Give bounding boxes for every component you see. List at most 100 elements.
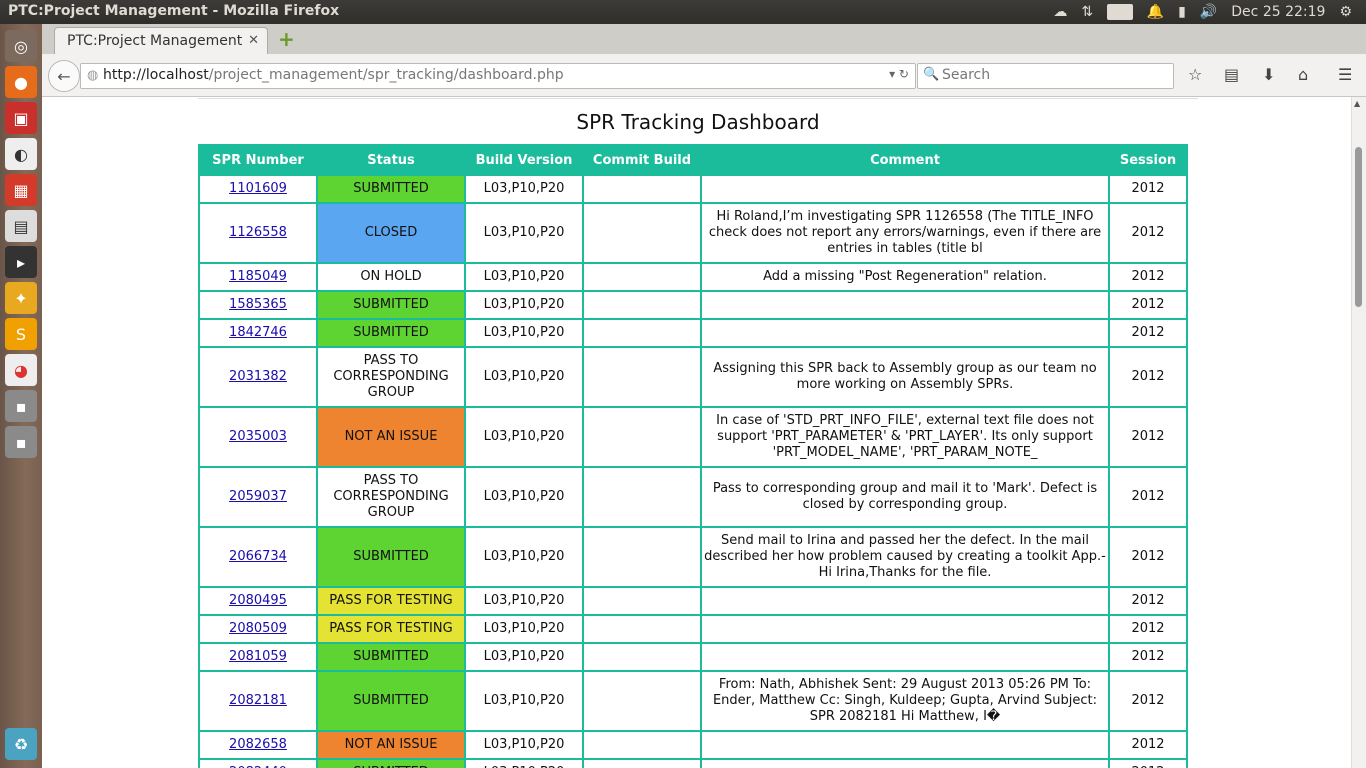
dash-icon[interactable]: ◎: [5, 30, 37, 62]
spr-number-link[interactable]: 1185049: [229, 269, 287, 284]
status-cell: PASS TO CORRESPONDING GROUP: [316, 466, 466, 528]
status-cell: PASS FOR TESTING: [316, 614, 466, 644]
launcher: ◎ ● ▣ ◐ ▦ ▤ ▸ ✦ S ◕ ▪ ▪ ♻: [0, 24, 42, 768]
spr-number-link[interactable]: 2066734: [229, 549, 287, 564]
cloud-icon[interactable]: ☁: [1053, 4, 1067, 20]
chart-app-icon[interactable]: ◕: [5, 354, 37, 386]
table-row: 2081059 SUBMITTED L03,P10,P20 2012: [198, 642, 1188, 672]
spr-number-link[interactable]: 2082181: [229, 693, 287, 708]
spr-number-link[interactable]: 1101609: [229, 181, 287, 196]
build-version-cell: L03,P10,P20: [464, 758, 584, 768]
spr-number-cell: 2059037: [198, 466, 318, 528]
firefox-icon[interactable]: ●: [5, 66, 37, 98]
app-icon[interactable]: ✦: [5, 282, 37, 314]
comment-cell: [700, 586, 1110, 616]
column-comment[interactable]: Comment: [700, 144, 1110, 176]
bookmark-star-icon[interactable]: ☆: [1188, 65, 1202, 84]
spr-number-link[interactable]: 2080509: [229, 621, 287, 636]
home-icon[interactable]: ⌂: [1298, 65, 1308, 84]
column-status[interactable]: Status: [316, 144, 466, 176]
spr-number-link[interactable]: 2080495: [229, 593, 287, 608]
session-cell: 2012: [1108, 346, 1188, 408]
spr-number-link[interactable]: 2082658: [229, 737, 287, 752]
close-icon[interactable]: ✕: [248, 33, 259, 48]
gear-icon[interactable]: ⚙: [1339, 4, 1352, 20]
build-version-cell: L03,P10,P20: [464, 406, 584, 468]
comment-cell: In case of 'STD_PRT_INFO_FILE', external…: [700, 406, 1110, 468]
volume-icon[interactable]: 🔊: [1200, 4, 1217, 20]
spr-number-link[interactable]: 1842746: [229, 325, 287, 340]
document-viewer-icon[interactable]: ▤: [5, 210, 37, 242]
table-row: 2035003 NOT AN ISSUE L03,P10,P20 In case of…: [198, 406, 1188, 468]
software-center-icon[interactable]: ▣: [5, 102, 37, 134]
table-row: 2080509 PASS FOR TESTING L03,P10,P20 2012: [198, 614, 1188, 644]
status-cell: PASS FOR TESTING: [316, 586, 466, 616]
spr-number-cell: 2031382: [198, 346, 318, 408]
spr-number-link[interactable]: 1126558: [229, 225, 287, 240]
table-row: 2066734 SUBMITTED L03,P10,P20 Send mail to …: [198, 526, 1188, 588]
arrow-left-icon: ←: [57, 66, 71, 86]
terminal-icon[interactable]: ▸: [5, 246, 37, 278]
commit-build-cell: [582, 406, 702, 468]
comment-cell: Hi Roland,I’m investigating SPR 1126558 …: [700, 202, 1110, 264]
back-button[interactable]: ←: [48, 60, 80, 92]
clock[interactable]: Dec 25 22:19: [1231, 4, 1325, 20]
url-text[interactable]: http://localhost/project_management/spr_…: [103, 67, 564, 83]
comment-cell: [700, 174, 1110, 204]
session-cell: 2012: [1108, 406, 1188, 468]
drive-icon-2[interactable]: ▪: [5, 426, 37, 458]
comment-cell: [700, 614, 1110, 644]
scrollbar[interactable]: ▲: [1351, 97, 1366, 768]
session-cell: 2012: [1108, 290, 1188, 320]
column-session[interactable]: Session: [1108, 144, 1188, 176]
status-cell: SUBMITTED: [316, 290, 466, 320]
tab-active[interactable]: PTC:Project Management ✕: [54, 27, 268, 55]
reading-list-icon[interactable]: ▤: [1224, 65, 1239, 84]
spr-number-link[interactable]: 2081059: [229, 649, 287, 664]
scroll-up-icon[interactable]: ▲: [1354, 99, 1360, 108]
search-input[interactable]: 🔍 Search: [917, 63, 1174, 89]
column-build-version[interactable]: Build Version: [464, 144, 584, 176]
navigation-bar: ← ◍ http://localhost/project_management/…: [42, 54, 1366, 97]
new-tab-button[interactable]: +: [278, 27, 295, 51]
build-version-cell: L03,P10,P20: [464, 262, 584, 292]
table-row: 2082658 NOT AN ISSUE L03,P10,P20 2012: [198, 730, 1188, 760]
sublime-icon[interactable]: S: [5, 318, 37, 350]
reload-icon[interactable]: ▾ ↻: [889, 67, 909, 81]
notification-icon[interactable]: 🔔: [1147, 4, 1164, 20]
spr-number-link[interactable]: 1585365: [229, 297, 287, 312]
comment-cell: Send mail to Irina and passed her the de…: [700, 526, 1110, 588]
column-commit-build[interactable]: Commit Build: [582, 144, 702, 176]
download-icon[interactable]: ⬇: [1262, 65, 1275, 84]
session-cell: 2012: [1108, 262, 1188, 292]
table-row: 1185049 ON HOLD L03,P10,P20 Add a missing "…: [198, 262, 1188, 292]
settings-icon[interactable]: ◐: [5, 138, 37, 170]
keyboard-layout[interactable]: En: [1107, 4, 1133, 20]
build-version-cell: L03,P10,P20: [464, 642, 584, 672]
spr-number-link[interactable]: 2035003: [229, 429, 287, 444]
spr-number-cell: 2082658: [198, 730, 318, 760]
trash-icon[interactable]: ♻: [5, 728, 37, 760]
spr-number-link[interactable]: 2059037: [229, 489, 287, 504]
battery-icon[interactable]: ▮: [1178, 4, 1186, 20]
spr-number-link[interactable]: 2031382: [229, 369, 287, 384]
commit-build-cell: [582, 614, 702, 644]
status-cell: SUBMITTED: [316, 670, 466, 732]
drive-icon[interactable]: ▪: [5, 390, 37, 422]
commit-build-cell: [582, 262, 702, 292]
spr-number-cell: 2082440: [198, 758, 318, 768]
menu-icon[interactable]: ☰: [1338, 65, 1352, 84]
spr-number-cell: 2080509: [198, 614, 318, 644]
status-cell: PASS TO CORRESPONDING GROUP: [316, 346, 466, 408]
scrollbar-thumb[interactable]: [1355, 147, 1362, 307]
tab-title[interactable]: PTC:Project Management: [67, 33, 242, 49]
camera-icon[interactable]: ▦: [5, 174, 37, 206]
build-version-cell: L03,P10,P20: [464, 526, 584, 588]
network-icon[interactable]: ⇅: [1081, 4, 1093, 20]
commit-build-cell: [582, 174, 702, 204]
session-cell: 2012: [1108, 526, 1188, 588]
url-bar[interactable]: ◍ http://localhost/project_management/sp…: [80, 63, 916, 89]
comment-cell: [700, 318, 1110, 348]
spr-number-cell: 2080495: [198, 586, 318, 616]
column-spr-number[interactable]: SPR Number: [198, 144, 318, 176]
